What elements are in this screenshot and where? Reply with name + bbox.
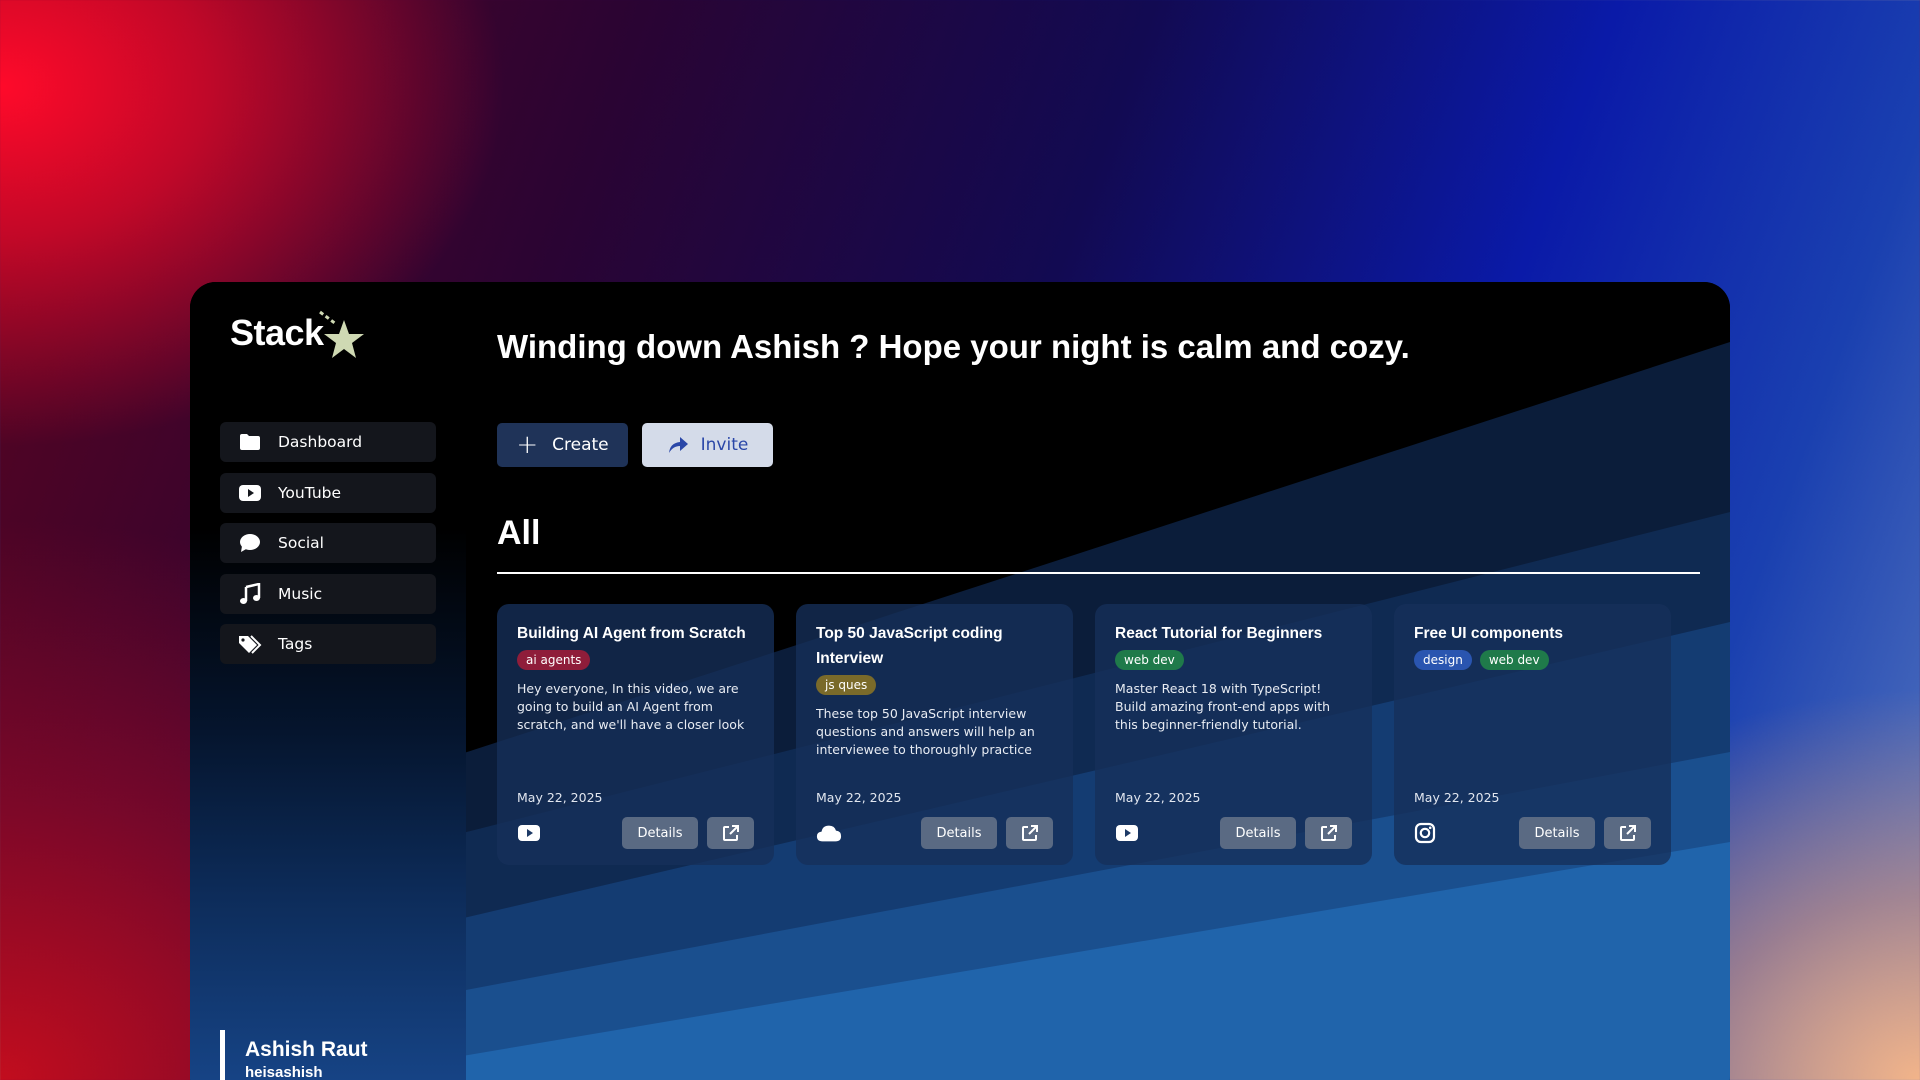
sidebar-item-label: YouTube — [278, 483, 342, 502]
tag-badge[interactable]: ai agents — [517, 650, 591, 670]
create-button[interactable]: + Create — [497, 423, 628, 467]
invite-button[interactable]: Invite — [642, 423, 773, 467]
user-handle: heisashish — [245, 1063, 323, 1080]
divider — [497, 572, 1700, 574]
details-button[interactable]: Details — [1519, 817, 1595, 849]
card-title: Free UI components — [1414, 625, 1563, 642]
card-grid: Building AI Agent from Scratch ai agents… — [497, 604, 1671, 865]
folder-icon — [238, 431, 262, 453]
content-card[interactable]: Building AI Agent from Scratch ai agents… — [497, 604, 774, 865]
plus-icon: + — [516, 430, 539, 460]
card-title: Top 50 JavaScript coding Interview — [816, 625, 1003, 667]
card-title: Building AI Agent from Scratch — [517, 625, 746, 642]
tag-badge[interactable]: js ques — [816, 675, 877, 695]
card-tags: ai agents — [517, 650, 754, 670]
card-tags: design web dev — [1414, 650, 1651, 670]
content-card[interactable]: React Tutorial for Beginners web dev Mas… — [1095, 604, 1372, 865]
youtube-icon — [1115, 822, 1141, 844]
open-link-button[interactable] — [1305, 817, 1352, 849]
sidebar-item-social[interactable]: Social — [220, 523, 436, 563]
card-tags: web dev — [1115, 650, 1352, 670]
card-tags: js ques — [816, 675, 1053, 695]
user-profile[interactable]: Ashish Raut heisashish — [220, 1030, 368, 1080]
details-button[interactable]: Details — [921, 817, 997, 849]
sidebar-item-youtube[interactable]: YouTube — [220, 472, 436, 513]
youtube-icon — [238, 482, 262, 504]
youtube-icon — [517, 822, 543, 844]
user-name: Ashish Raut — [245, 1037, 368, 1061]
create-button-label: Create — [552, 435, 609, 455]
tag-badge[interactable]: design — [1414, 650, 1472, 670]
card-description: Hey everyone, In this video, we are goin… — [517, 681, 745, 732]
sidebar-item-dashboard[interactable]: Dashboard — [220, 422, 436, 462]
card-date: May 22, 2025 — [816, 790, 902, 805]
music-note-icon — [238, 582, 262, 605]
sidebar-item-label: Social — [278, 534, 324, 552]
card-description: These top 50 JavaScript interview questi… — [816, 706, 1035, 757]
star-logo-icon — [319, 310, 364, 358]
card-description — [1414, 680, 1651, 734]
tag-badge[interactable]: web dev — [1115, 650, 1184, 670]
open-link-button[interactable] — [1006, 817, 1053, 849]
details-button[interactable]: Details — [1220, 817, 1296, 849]
details-button[interactable]: Details — [622, 817, 698, 849]
card-date: May 22, 2025 — [1115, 790, 1201, 805]
invite-button-label: Invite — [700, 435, 749, 455]
instagram-icon — [1414, 822, 1440, 844]
content-card[interactable]: Free UI components design web dev May 22… — [1394, 604, 1671, 865]
card-date: May 22, 2025 — [517, 790, 603, 805]
logo-text: Stack — [230, 312, 324, 353]
cloud-icon — [816, 822, 842, 844]
page-title: Winding down Ashish ? Hope your night is… — [497, 328, 1410, 365]
sidebar-item-label: Dashboard — [278, 433, 363, 451]
sidebar: Stack Dashboard YouTube Social Music Tag… — [190, 282, 466, 1080]
card-description: Master React 18 with TypeScript! Build a… — [1115, 681, 1331, 732]
open-link-button[interactable] — [707, 817, 754, 849]
sidebar-item-label: Music — [278, 584, 323, 603]
sidebar-nav: Dashboard YouTube Social Music Tags — [220, 422, 436, 675]
share-arrow-icon — [668, 437, 688, 453]
external-link-icon — [1619, 825, 1636, 841]
open-link-button[interactable] — [1604, 817, 1651, 849]
chat-bubble-icon — [238, 532, 262, 554]
card-title: React Tutorial for Beginners — [1115, 625, 1323, 642]
section-title: All — [497, 514, 541, 552]
tag-badge[interactable]: web dev — [1479, 650, 1549, 670]
card-date: May 22, 2025 — [1414, 790, 1500, 805]
sidebar-item-tags[interactable]: Tags — [220, 624, 436, 664]
app-window: Stack Dashboard YouTube Social Music Tag… — [190, 282, 1730, 1080]
tags-icon — [238, 633, 262, 655]
external-link-icon — [1021, 825, 1038, 841]
content-card[interactable]: Top 50 JavaScript coding Interview js qu… — [796, 604, 1073, 865]
sidebar-item-label: Tags — [278, 635, 313, 653]
sidebar-item-music[interactable]: Music — [220, 573, 436, 614]
external-link-icon — [1320, 825, 1337, 841]
external-link-icon — [722, 825, 739, 841]
